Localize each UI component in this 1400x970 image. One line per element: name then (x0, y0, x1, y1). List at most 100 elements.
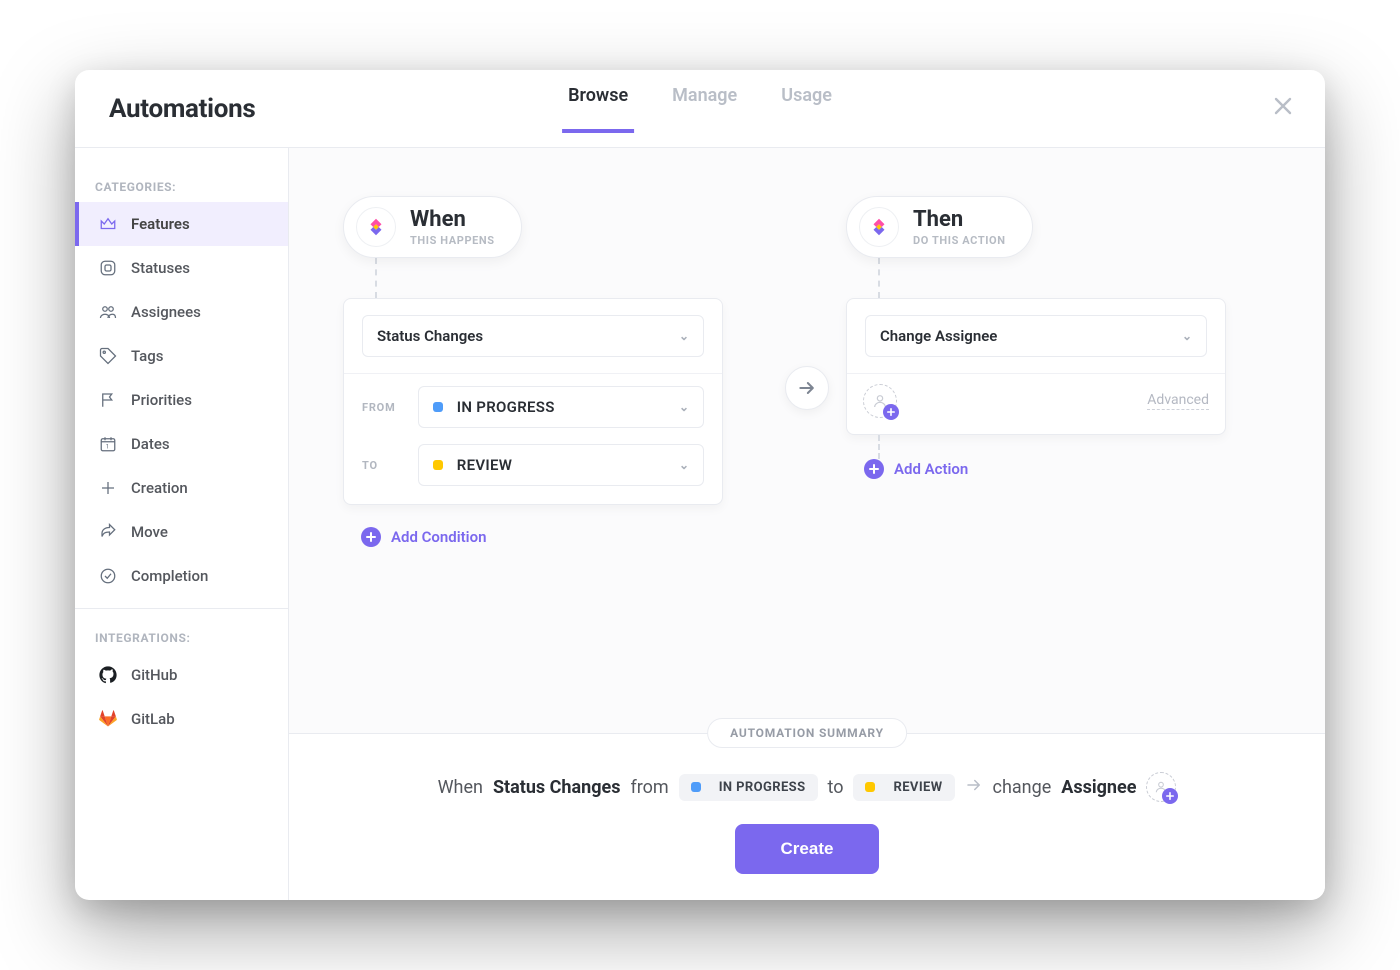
people-icon (99, 303, 117, 321)
connector-line (878, 435, 1271, 459)
add-condition-label: Add Condition (391, 528, 486, 546)
share-arrow-icon (99, 523, 117, 541)
sidebar-integrations-label: INTEGRATIONS: (75, 619, 288, 653)
sidebar-item-label: Priorities (131, 391, 192, 409)
gitlab-icon (99, 710, 117, 728)
summary-trigger: Status Changes (493, 777, 621, 798)
sidebar-item-gitlab[interactable]: GitLab (75, 697, 288, 741)
chevron-down-icon: ⌄ (679, 400, 689, 414)
plus-circle-icon (361, 527, 381, 547)
crown-icon (99, 215, 117, 233)
mini-plus-icon (883, 404, 899, 420)
sidebar-item-completion[interactable]: Completion (75, 554, 288, 598)
svg-text:1: 1 (106, 444, 109, 451)
from-status-select[interactable]: IN PROGRESS ⌄ (418, 386, 704, 428)
flag-icon (99, 391, 117, 409)
add-condition-button[interactable]: Add Condition (361, 527, 768, 547)
sidebar-item-statuses[interactable]: Statuses (75, 246, 288, 290)
tab-usage[interactable]: Usage (781, 85, 832, 132)
sidebar-item-move[interactable]: Move (75, 510, 288, 554)
tab-manage[interactable]: Manage (672, 85, 737, 132)
summary-pill-label: AUTOMATION SUMMARY (707, 718, 907, 748)
then-header: Then DO THIS ACTION (846, 196, 1033, 258)
summary-to-pill: REVIEW (853, 774, 954, 801)
when-card: Status Changes ⌄ FROM IN PROGRESS (343, 298, 723, 505)
connector-line (375, 258, 768, 298)
automations-modal: Automations Browse Manage Usage CATEGORI… (75, 70, 1325, 900)
then-title: Then (913, 207, 1006, 232)
action-select[interactable]: Change Assignee ⌄ (865, 315, 1207, 357)
trigger-value: Status Changes (377, 327, 483, 345)
plus-circle-icon (864, 459, 884, 479)
sidebar-item-features[interactable]: Features (75, 202, 288, 246)
summary-assignee-word: Assignee (1061, 777, 1136, 798)
chevron-down-icon: ⌄ (1182, 329, 1192, 343)
assignee-picker[interactable] (863, 384, 897, 418)
page-title: Automations (109, 94, 255, 124)
when-header: When THIS HAPPENS (343, 196, 522, 258)
summary-sentence: When Status Changes from IN PROGRESS to … (315, 772, 1299, 802)
sidebar-item-label: Creation (131, 479, 188, 497)
calendar-icon: 1 (99, 435, 117, 453)
tabs: Browse Manage Usage (568, 85, 832, 132)
summary-when: When (438, 777, 483, 798)
sidebar-item-label: Completion (131, 567, 208, 585)
sidebar-item-github[interactable]: GitHub (75, 653, 288, 697)
sidebar: CATEGORIES: Features Statuses Assignees (75, 148, 289, 900)
status-dot-icon (691, 782, 701, 792)
github-icon (99, 666, 117, 684)
sidebar-item-priorities[interactable]: Priorities (75, 378, 288, 422)
when-title: When (410, 207, 495, 232)
sidebar-categories-label: CATEGORIES: (75, 168, 288, 202)
sidebar-item-label: Dates (131, 435, 170, 453)
summary-from-word: from (630, 777, 668, 798)
to-label: TO (362, 459, 404, 472)
sidebar-item-assignees[interactable]: Assignees (75, 290, 288, 334)
from-label: FROM (362, 401, 404, 414)
chevron-down-icon: ⌄ (679, 458, 689, 472)
arrow-right-icon (785, 366, 829, 410)
status-dot-icon (865, 782, 875, 792)
status-dot-icon (433, 402, 443, 412)
then-subtitle: DO THIS ACTION (913, 234, 1006, 247)
sidebar-item-label: GitLab (131, 710, 175, 728)
sidebar-item-label: Statuses (131, 259, 190, 277)
summary-change-word: change (993, 777, 1052, 798)
check-circle-icon (99, 567, 117, 585)
sidebar-item-dates[interactable]: 1 Dates (75, 422, 288, 466)
status-icon (99, 259, 117, 277)
modal-header: Automations Browse Manage Usage (75, 70, 1325, 148)
sidebar-item-label: Move (131, 523, 168, 541)
sidebar-item-label: Assignees (131, 303, 201, 321)
close-icon[interactable] (1273, 96, 1293, 120)
modal-body: CATEGORIES: Features Statuses Assignees (75, 148, 1325, 900)
add-action-button[interactable]: Add Action (864, 459, 1271, 479)
assignee-picker[interactable] (1146, 772, 1176, 802)
summary-from-pill: IN PROGRESS (679, 774, 818, 801)
arrow-right-icon (965, 776, 983, 799)
tag-icon (99, 347, 117, 365)
summary-to-word: to (828, 777, 844, 798)
trigger-select[interactable]: Status Changes ⌄ (362, 315, 704, 357)
status-dot-icon (433, 460, 443, 470)
automation-summary: AUTOMATION SUMMARY When Status Changes f… (289, 733, 1325, 900)
then-card: Change Assignee ⌄ Advanced (846, 298, 1226, 435)
sidebar-item-tags[interactable]: Tags (75, 334, 288, 378)
add-action-label: Add Action (894, 460, 968, 478)
automation-builder: When THIS HAPPENS Status Changes ⌄ (289, 148, 1325, 733)
sidebar-item-creation[interactable]: Creation (75, 466, 288, 510)
to-status-select[interactable]: REVIEW ⌄ (418, 444, 704, 486)
from-status-value: IN PROGRESS (433, 398, 555, 416)
when-header-text: When THIS HAPPENS (410, 207, 495, 247)
plus-icon (99, 479, 117, 497)
clickup-logo-icon (356, 207, 396, 247)
then-header-text: Then DO THIS ACTION (913, 207, 1006, 247)
when-subtitle: THIS HAPPENS (410, 234, 495, 247)
when-column: When THIS HAPPENS Status Changes ⌄ (343, 196, 768, 733)
sidebar-item-label: GitHub (131, 666, 177, 684)
sidebar-item-label: Tags (131, 347, 163, 365)
create-button[interactable]: Create (735, 824, 880, 874)
clickup-logo-icon (859, 207, 899, 247)
tab-browse[interactable]: Browse (568, 85, 628, 132)
advanced-link[interactable]: Advanced (1147, 392, 1209, 410)
